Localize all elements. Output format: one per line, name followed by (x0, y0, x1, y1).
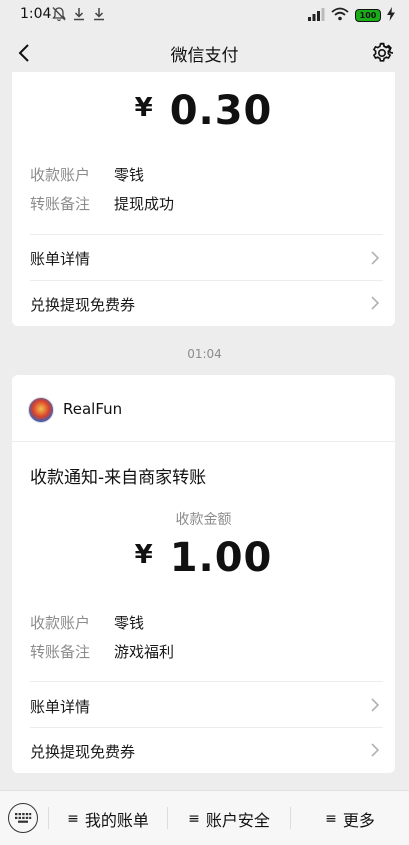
mute-bell-icon (52, 6, 66, 26)
wifi-icon (331, 6, 349, 25)
field-value: 提现成功 (114, 195, 175, 213)
amount-value: 0.30 (169, 88, 273, 134)
menu-icon: ≡ (67, 810, 79, 827)
merchant-name[interactable]: RealFun (63, 400, 122, 418)
signal-icon (307, 6, 325, 25)
notice-title: 收款通知-来自商家转账 (30, 468, 207, 488)
download-icon (92, 6, 106, 26)
row-label: 兑换提现免费券 (30, 296, 136, 314)
amount-caption: 收款金额 (175, 512, 232, 528)
settings-button[interactable] (367, 38, 397, 68)
chevron-right-icon (371, 743, 380, 757)
bill-details-row[interactable]: 账单详情 (12, 235, 395, 281)
menu-my-bills[interactable]: ≡ 我的账单 (49, 791, 167, 845)
battery-indicator: 100 (355, 8, 381, 22)
menu-more[interactable]: ≡ 更多 (291, 791, 409, 845)
field-label: 收款账户 (30, 614, 91, 632)
status-time: 1:04 (20, 6, 52, 22)
amount-value: 1.00 (169, 535, 273, 581)
page-title: 微信支付 (170, 46, 239, 66)
chevron-right-icon (371, 296, 380, 310)
keyboard-toggle-button[interactable] (8, 803, 38, 833)
field-value: 零钱 (114, 166, 145, 184)
amount-display: ¥0.30 (12, 88, 395, 134)
message-timestamp: 01:04 (187, 347, 222, 361)
gear-icon (372, 42, 393, 62)
menu-label: 更多 (342, 810, 375, 830)
status-bar: 1:04 100 (0, 0, 409, 30)
field-label: 收款账户 (30, 166, 91, 184)
row-label: 账单详情 (30, 250, 91, 268)
redeem-coupon-row[interactable]: 兑换提现免费券 (12, 728, 395, 773)
chevron-right-icon (371, 251, 380, 265)
currency-symbol: ¥ (134, 93, 154, 123)
status-right-icons: 100 (307, 5, 395, 25)
merchant-avatar[interactable] (28, 397, 54, 423)
bill-details-row[interactable]: 账单详情 (12, 682, 395, 728)
field-label: 转账备注 (30, 195, 91, 213)
menu-icon: ≡ (325, 810, 337, 827)
menu-icon: ≡ (188, 810, 200, 827)
nav-bar: 微信支付 (0, 30, 409, 76)
menu-account-security[interactable]: ≡ 账户安全 (168, 791, 290, 845)
field-value: 游戏福利 (114, 643, 175, 661)
row-label: 账单详情 (30, 698, 91, 716)
row-label: 兑换提现免费券 (30, 743, 136, 761)
menu-label: 我的账单 (84, 810, 149, 830)
field-label: 转账备注 (30, 643, 91, 661)
bottom-menu-bar: ≡ 我的账单 ≡ 账户安全 ≡ 更多 (0, 790, 409, 845)
menu-label: 账户安全 (205, 810, 270, 830)
charging-icon (387, 6, 395, 25)
transfer-card-1: ¥0.30 收款账户 零钱 转账备注 提现成功 账单详情 兑换提现免费券 (12, 72, 395, 326)
keyboard-icon (15, 813, 32, 823)
divider (12, 441, 395, 442)
download-icon (72, 6, 86, 26)
amount-display: ¥1.00 (12, 535, 395, 581)
chevron-right-icon (371, 698, 380, 712)
field-value: 零钱 (114, 614, 145, 632)
redeem-coupon-row[interactable]: 兑换提现免费券 (12, 281, 395, 326)
currency-symbol: ¥ (134, 540, 154, 570)
transfer-card-2: RealFun 收款通知-来自商家转账 收款金额 ¥1.00 收款账户 零钱 转… (12, 375, 395, 773)
